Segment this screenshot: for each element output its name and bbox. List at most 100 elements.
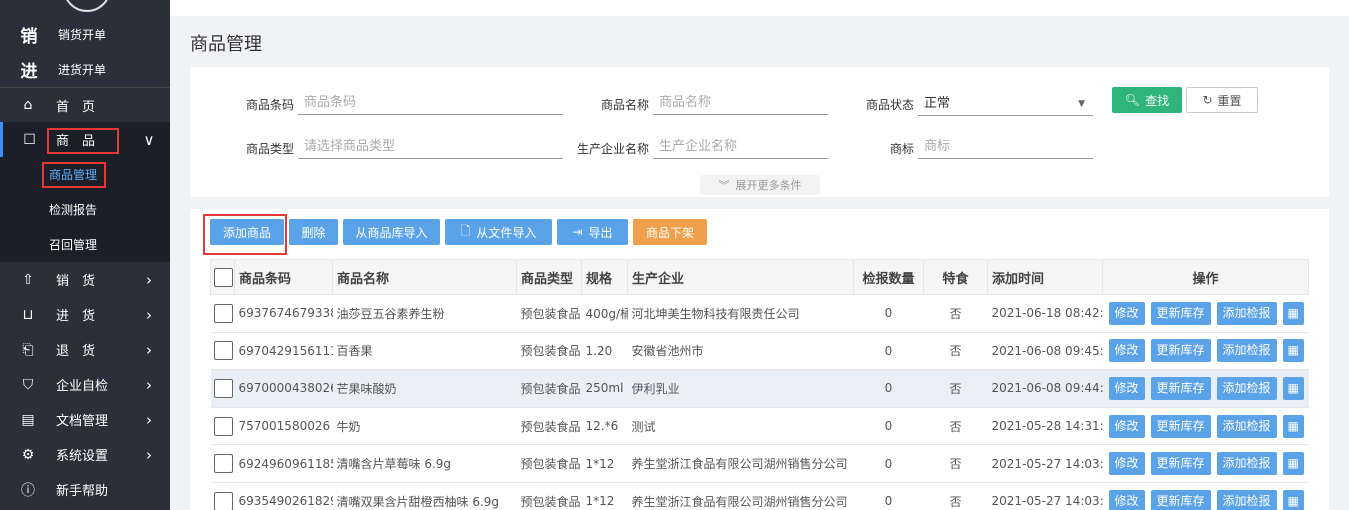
qr-code-icon[interactable]: ▦ xyxy=(1282,376,1304,400)
qr-code-icon[interactable]: ▦ xyxy=(1282,414,1304,438)
file-icon: 🗋︎ xyxy=(460,223,471,238)
quick-sales-order[interactable]: 销 销货开单 xyxy=(0,17,170,51)
update-stock-button[interactable]: 更新库存 xyxy=(1150,376,1211,400)
table-row: 69700004380266芒果味酸奶预包装食品250ml伊利乳业0否2021-… xyxy=(210,369,1309,408)
row-checkbox[interactable] xyxy=(213,454,233,474)
edit-button[interactable]: 修改 xyxy=(1108,414,1145,438)
take-off-shelf-button[interactable]: 商品下架 xyxy=(633,219,707,245)
row-checkbox[interactable] xyxy=(213,416,233,436)
qr-code-icon[interactable]: ▦ xyxy=(1282,339,1304,363)
update-stock-button[interactable]: 更新库存 xyxy=(1150,414,1211,438)
search-button[interactable]: 🔍︎ 查找 xyxy=(1112,87,1182,113)
import-file-label: 从文件导入 xyxy=(476,225,537,240)
cell-maker: 河北坤美生物科技有限责任公司 xyxy=(627,294,854,333)
cell-name: 清嘴双果含片甜橙西柚味 6.9g xyxy=(332,482,517,510)
sidebar-sub-test-reports[interactable]: 检测报告 xyxy=(0,192,170,227)
cell-reports: 0 xyxy=(853,369,924,408)
name-input[interactable]: 商品名称 xyxy=(653,91,828,115)
import-from-file-button[interactable]: 🗋︎ 从文件导入 xyxy=(445,219,552,245)
cell-spec: 1.20 xyxy=(581,332,628,371)
maker-input[interactable]: 生产企业名称 xyxy=(653,135,828,159)
name-label: 商品名称 xyxy=(600,98,649,112)
cell-type: 预包装食品 xyxy=(516,369,582,408)
qr-code-icon[interactable]: ▦ xyxy=(1282,452,1304,476)
qr-code-icon[interactable]: ▦ xyxy=(1282,301,1304,325)
cell-name: 芒果味酸奶 xyxy=(332,369,517,408)
cell-name: 牛奶 xyxy=(332,407,517,446)
update-stock-button[interactable]: 更新库存 xyxy=(1150,452,1211,476)
brand-input[interactable]: 商标 xyxy=(918,135,1093,159)
row-checkbox[interactable] xyxy=(213,378,233,398)
sidebar-item-home[interactable]: ⌂ 首 页 xyxy=(0,87,170,122)
cell-special: 否 xyxy=(923,444,988,483)
row-checkbox[interactable] xyxy=(213,341,233,361)
row-checkbox[interactable] xyxy=(213,491,233,510)
table-row: 6935490261829 清嘴双果含片甜橙西柚味 6.9g 预包装食品 1*12 养生… xyxy=(210,482,1309,510)
add-report-button[interactable]: 添加检报 xyxy=(1216,452,1277,476)
sidebar-item-purchase[interactable]: ⊔ 进 货 › xyxy=(0,297,170,332)
edit-button[interactable]: 修改 xyxy=(1108,489,1145,510)
refresh-icon: ↻ xyxy=(1202,93,1213,107)
col-time: 添加时间 xyxy=(987,259,1103,295)
type-select[interactable]: 请选择商品类型 xyxy=(298,135,563,159)
import-from-library-button[interactable]: 从商品库导入 xyxy=(343,219,440,245)
add-report-button[interactable]: 添加检报 xyxy=(1216,414,1277,438)
caret-down-icon: ▼ xyxy=(1078,99,1085,109)
delete-label: 删除 xyxy=(301,225,326,240)
add-report-button[interactable]: 添加检报 xyxy=(1216,489,1277,510)
sidebar-sub-recall[interactable]: 召回管理 xyxy=(0,227,170,262)
edit-button[interactable]: 修改 xyxy=(1108,452,1145,476)
search-button-label: 查找 xyxy=(1145,93,1170,108)
cell-actions: 修改 更新库存 添加检报 ▦ xyxy=(1102,407,1309,446)
cell-maker: 伊利乳业 xyxy=(627,369,854,408)
cell-name: 百香果 xyxy=(332,332,517,371)
edit-button[interactable]: 修改 xyxy=(1108,339,1145,363)
quick-purchase-order[interactable]: 进 进货开单 xyxy=(0,52,170,86)
row-checkbox[interactable] xyxy=(213,303,233,323)
row-select-cell xyxy=(210,294,235,333)
status-select[interactable]: 正常 ▼ xyxy=(918,92,1093,116)
maker-label: 生产企业名称 xyxy=(576,142,649,156)
cell-actions: 修改 更新库存 添加检报 ▦ xyxy=(1102,294,1309,333)
cell-type: 预包装食品 xyxy=(516,407,582,446)
sidebar-item-returns[interactable]: ⎗ 退 货 › xyxy=(0,332,170,367)
table-header: 商品条码 商品名称 商品类型 规格 生产企业 检报数量 特食 添加时间 操作 xyxy=(210,259,1309,295)
update-stock-button[interactable]: 更新库存 xyxy=(1150,301,1211,325)
add-report-button[interactable]: 添加检报 xyxy=(1216,376,1277,400)
sidebar-item-sales[interactable]: ⇧ 销 货 › xyxy=(0,262,170,297)
chevron-right-icon: › xyxy=(146,305,152,324)
offshelf-label: 商品下架 xyxy=(645,225,694,240)
col-special: 特食 xyxy=(923,259,988,295)
edit-button[interactable]: 修改 xyxy=(1108,301,1145,325)
sidebar-item-self-check[interactable]: ⛉ 企业自检 › xyxy=(0,367,170,402)
export-button[interactable]: ⇥ 导出 xyxy=(557,219,628,245)
qr-code-icon[interactable]: ▦ xyxy=(1282,489,1304,510)
cell-spec: 1*12 xyxy=(581,444,628,483)
cell-actions: 修改 更新库存 添加检报 ▦ xyxy=(1102,332,1309,371)
select-all-checkbox[interactable] xyxy=(214,267,233,287)
logo xyxy=(63,0,111,12)
cell-time: 2021-05-27 14:03:28 xyxy=(987,482,1103,510)
cell-barcode: 6970429156111 xyxy=(234,332,333,371)
sidebar-item-documents[interactable]: ▤ 文档管理 › xyxy=(0,402,170,437)
reset-button[interactable]: ↻ 重置 xyxy=(1186,87,1258,113)
update-stock-button[interactable]: 更新库存 xyxy=(1150,339,1211,363)
add-report-button[interactable]: 添加检报 xyxy=(1216,301,1277,325)
sidebar-item-help[interactable]: ⓘ 新手帮助 xyxy=(0,472,170,507)
expand-conditions-toggle[interactable]: ︾ 展开更多条件 xyxy=(700,175,820,195)
edit-button[interactable]: 修改 xyxy=(1108,376,1145,400)
add-report-button[interactable]: 添加检报 xyxy=(1216,339,1277,363)
col-name: 商品名称 xyxy=(332,259,517,295)
barcode-input[interactable]: 商品条码 xyxy=(298,91,563,115)
cell-maker: 养生堂浙江食品有限公司湖州销售分公司 xyxy=(627,444,854,483)
row-select-cell xyxy=(210,482,235,510)
col-type: 商品类型 xyxy=(516,259,582,295)
cell-reports: 0 xyxy=(853,294,924,333)
col-spec: 规格 xyxy=(581,259,628,295)
table-row: 757001580026 牛奶 预包装食品 12.*6 测试 0 否 2021-05-28 1… xyxy=(210,407,1309,446)
export-icon: ⇥ xyxy=(572,225,583,239)
return-icon: ⎗ xyxy=(22,341,34,358)
delete-button[interactable]: 删除 xyxy=(289,219,338,245)
update-stock-button[interactable]: 更新库存 xyxy=(1150,489,1211,510)
sidebar-item-settings[interactable]: ⚙ 系统设置 › xyxy=(0,437,170,472)
